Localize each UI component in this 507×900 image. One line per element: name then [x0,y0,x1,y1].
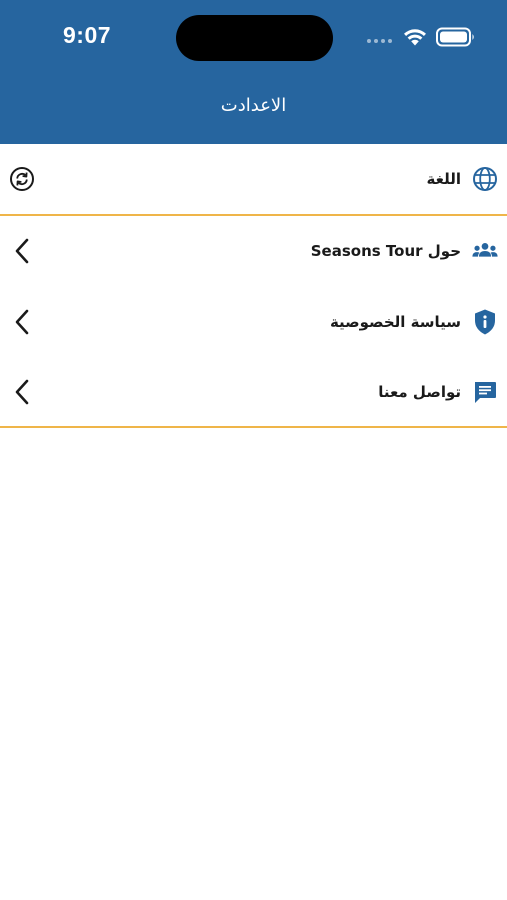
menu-item-label: سياسة الخصوصية [329,313,461,331]
status-time: 9:07 [63,22,112,48]
page-title: الاعدادت [220,95,287,116]
wifi-icon [404,29,426,46]
chevron-left-icon[interactable] [8,308,36,336]
group-icon [471,237,499,265]
dynamic-island [176,15,333,61]
shield-info-icon [471,308,499,336]
language-row[interactable]: اللغة [0,144,507,214]
language-label: اللغة [426,170,461,188]
app-header: 9:07 الاعدادت [0,0,507,144]
menu-item-privacy[interactable]: سياسة الخصوصية [0,287,507,357]
message-icon [471,378,499,406]
globe-icon [471,165,499,193]
sync-icon[interactable] [8,165,36,193]
menu-item-label: تواصل معنا [378,383,461,401]
chevron-left-icon[interactable] [8,237,36,265]
divider [0,426,507,428]
chevron-left-icon[interactable] [8,378,36,406]
signal-icon [367,39,392,43]
menu-item-about[interactable]: حول Seasons Tour [0,216,507,286]
battery-icon [436,27,474,47]
menu-item-label: حول Seasons Tour [310,242,461,260]
menu-item-contact[interactable]: تواصل معنا [0,357,507,427]
